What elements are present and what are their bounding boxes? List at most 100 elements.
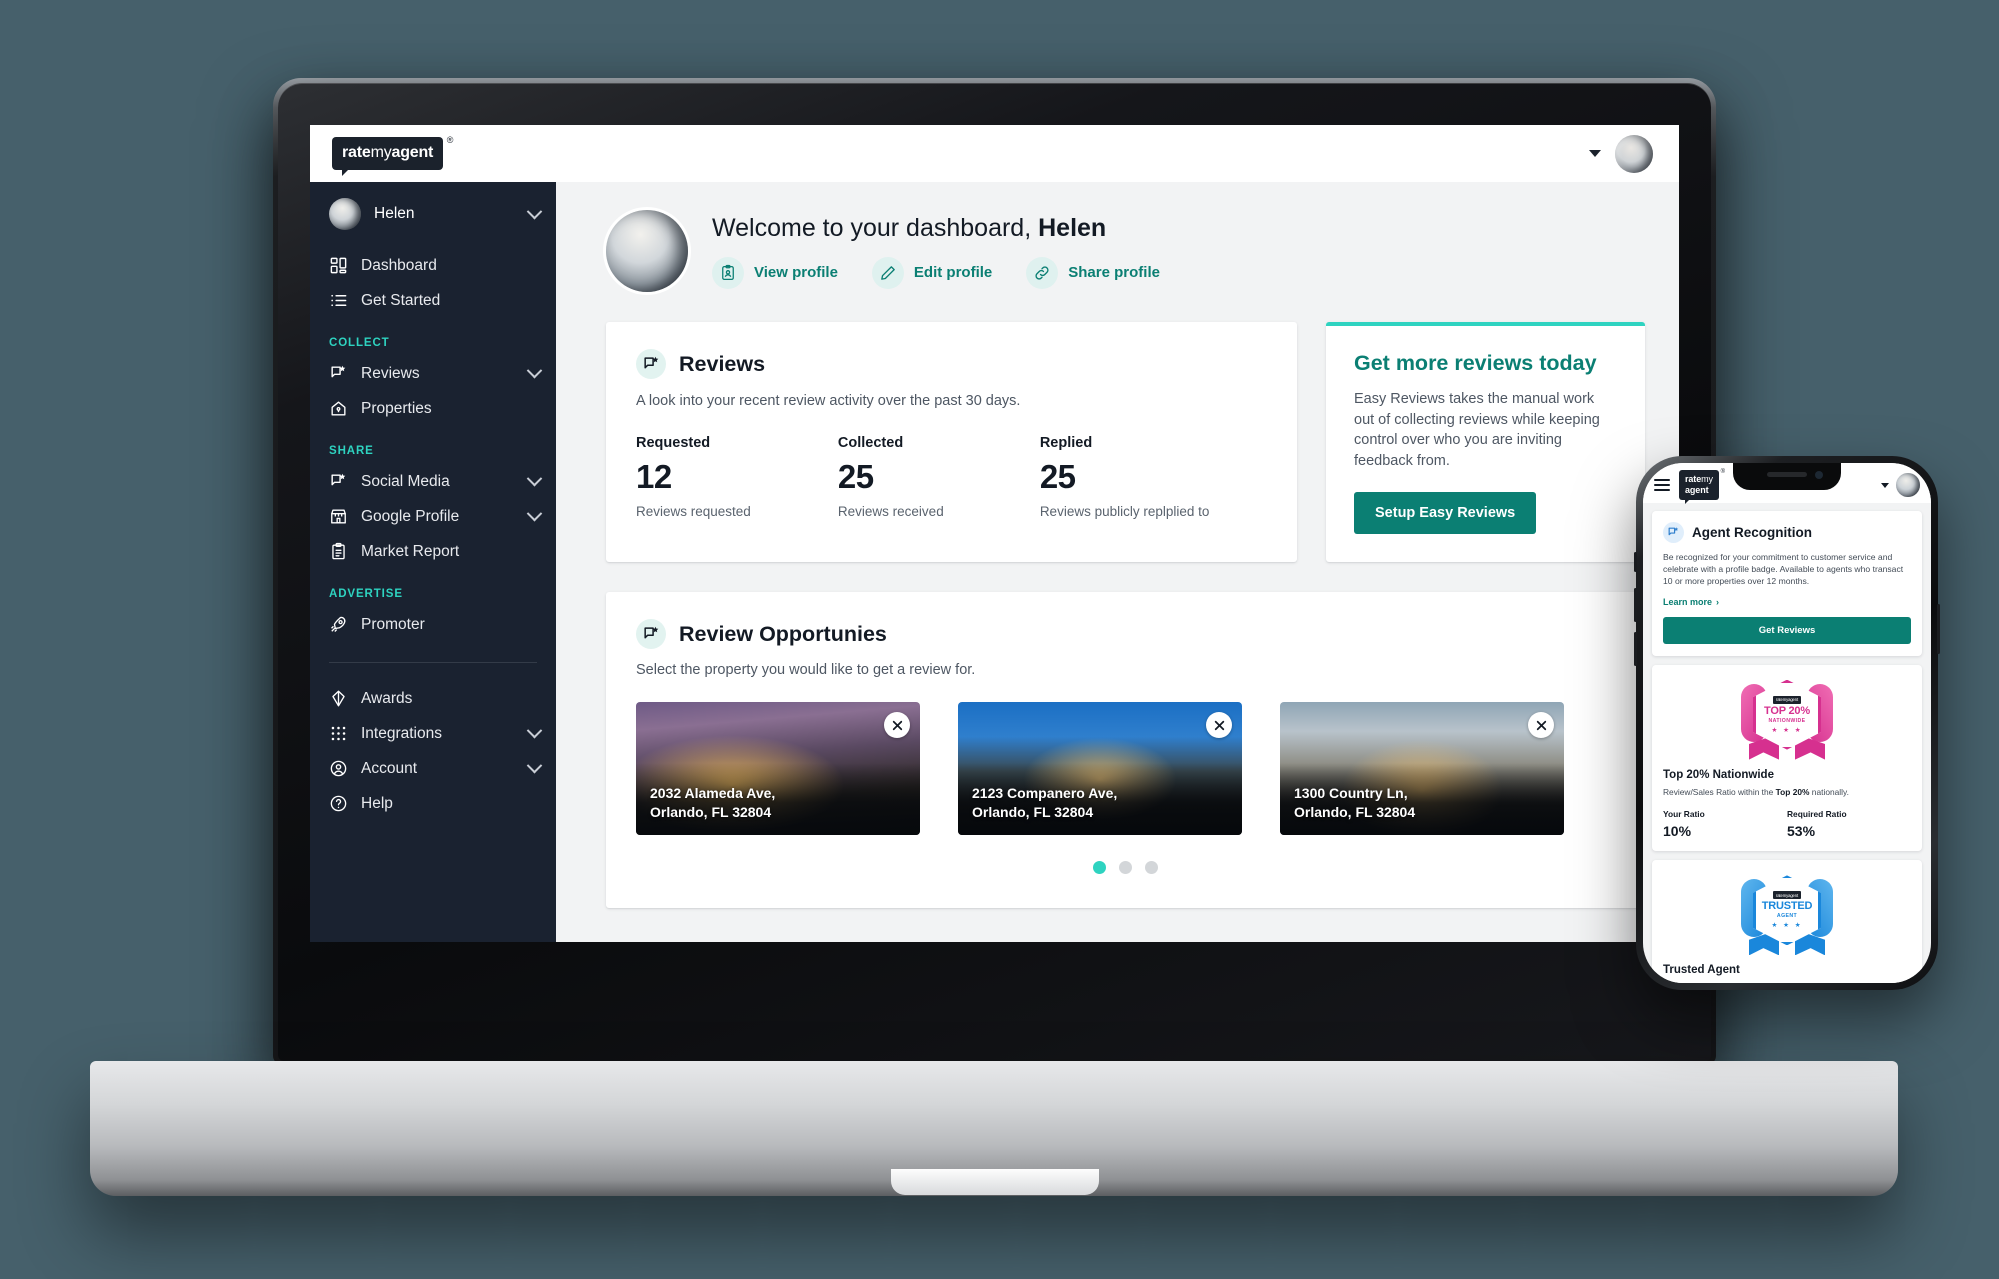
chevron-down-icon[interactable] <box>526 470 543 487</box>
property-address-line1: 2032 Alameda Ave, <box>650 785 776 802</box>
learn-more-label: Learn more <box>1663 596 1713 607</box>
property-card[interactable]: 2032 Alameda Ave, Orlando, FL 32804 <box>636 702 920 836</box>
logo-text-my: my <box>370 144 392 161</box>
carousel-dot-2[interactable] <box>1119 861 1132 875</box>
badge-line2: AGENT <box>1776 913 1798 920</box>
sidebar-item-promoter[interactable]: Promoter <box>310 607 556 642</box>
opportunities-title: Review Opportunies <box>679 621 887 646</box>
chevron-down-icon[interactable] <box>1589 150 1601 157</box>
sidebar-item-dashboard[interactable]: Dashboard <box>310 248 556 283</box>
reviews-card-title: Reviews <box>679 351 766 376</box>
close-icon[interactable] <box>1528 712 1554 739</box>
stat-value: 12 <box>636 458 672 495</box>
sidebar-item-label: Properties <box>361 399 432 417</box>
property-address: 2123 Companero Ave, Orlando, FL 32804 <box>972 784 1117 822</box>
learn-more-link[interactable]: Learn more › <box>1663 597 1911 607</box>
phone-mute-switch <box>1634 552 1637 572</box>
property-carousel: 2032 Alameda Ave, Orlando, FL 32804 2123… <box>636 702 1645 836</box>
close-icon[interactable] <box>1206 712 1232 739</box>
id-badge-icon <box>712 256 744 289</box>
ratemyagent-logo[interactable]: ratemyagent ® <box>1679 469 1725 504</box>
top20-text-before: Review/Sales Ratio within the <box>1663 786 1776 797</box>
ratemyagent-logo[interactable]: ratemyagent ® <box>332 135 453 176</box>
stat-caption: Reviews received <box>837 504 944 519</box>
close-icon[interactable] <box>884 712 910 739</box>
sidebar-item-get-started[interactable]: Get Started <box>310 283 556 318</box>
phone-camera <box>1815 471 1823 479</box>
your-ratio: Your Ratio 10% <box>1663 809 1787 839</box>
logo-text-rate: rate <box>342 144 371 161</box>
chevron-right-icon: › <box>1716 596 1720 607</box>
hamburger-icon[interactable] <box>1654 479 1670 491</box>
sidebar-section-collect: COLLECT <box>329 337 390 349</box>
avatar[interactable] <box>1615 134 1653 173</box>
sidebar-item-label: Account <box>361 759 418 777</box>
storefront-icon <box>329 507 348 526</box>
pencil-icon <box>871 256 904 289</box>
logo-text-agent: agent <box>1685 484 1709 495</box>
reviews-card: Reviews A look into your recent review a… <box>606 322 1297 563</box>
property-address-line2: Orlando, FL 32804 <box>1294 804 1416 821</box>
stat-label: Requested <box>636 435 711 451</box>
chevron-down-icon[interactable] <box>526 362 543 379</box>
carousel-dot-1[interactable] <box>1093 861 1106 875</box>
stat-caption: Reviews requested <box>636 504 751 519</box>
badge-logo-chip: ratemyagent <box>1772 695 1802 704</box>
get-reviews-button[interactable]: Get Reviews <box>1663 616 1911 644</box>
property-card[interactable]: 1300 Country Ln, Orlando, FL 32804 <box>1280 702 1564 836</box>
phone-power-button <box>1937 604 1940 654</box>
chevron-down-icon[interactable] <box>526 757 543 774</box>
sidebar-item-label: Help <box>361 794 393 812</box>
review-flag-icon <box>329 364 348 383</box>
chevron-down-icon[interactable] <box>526 505 543 522</box>
laptop-base-notch <box>890 1169 1099 1195</box>
sidebar-item-reviews[interactable]: Reviews <box>310 356 556 391</box>
profile-actions: View profile Edit profile Share profile <box>712 256 1160 289</box>
sidebar-item-help[interactable]: Help <box>310 786 556 821</box>
sidebar-item-account[interactable]: Account <box>310 751 556 786</box>
property-address: 2032 Alameda Ave, Orlando, FL 32804 <box>650 784 775 822</box>
sidebar-item-properties[interactable]: Properties <box>310 391 556 426</box>
badge-stars: ★ ★ ★ <box>1771 726 1803 734</box>
reviews-card-header: Reviews <box>636 349 1267 379</box>
registered-mark: ® <box>1720 469 1725 476</box>
sidebar-section-share: SHARE <box>329 445 374 457</box>
sidebar-item-awards[interactable]: Awards <box>310 681 556 716</box>
setup-easy-reviews-button[interactable]: Setup Easy Reviews <box>1354 492 1537 535</box>
stat-collected: Collected 25 Reviews received <box>838 435 1040 519</box>
sidebar-item-google-profile[interactable]: Google Profile <box>310 499 556 534</box>
sidebar-section-advertise: ADVERTISE <box>329 588 403 600</box>
logo-text-my: my <box>1701 474 1713 485</box>
stat-replied: Replied 25 Reviews publicly replplied to <box>1040 435 1242 519</box>
avatar[interactable] <box>1896 473 1920 497</box>
sidebar-item-social-media[interactable]: Social Media <box>310 464 556 499</box>
view-profile-button[interactable]: View profile <box>712 256 838 289</box>
phone-screen: ratemy agent ® Agent Recognition Be recogn… <box>1643 463 1931 983</box>
chevron-down-icon[interactable] <box>1881 482 1889 488</box>
property-card[interactable]: 2123 Companero Ave, Orlando, FL 32804 <box>958 702 1242 836</box>
user-circle-icon <box>329 759 348 778</box>
trusted-text-after: of your reviews. <box>1774 982 1835 983</box>
avatar <box>606 210 688 292</box>
your-ratio-label: Your Ratio <box>1663 809 1705 820</box>
trusted-badge-wrap: ratemyagent TRUSTED AGENT ★ ★ ★ <box>1663 873 1911 956</box>
promo-card: Get more reviews today Easy Reviews take… <box>1326 322 1645 563</box>
share-profile-button[interactable]: Share profile <box>1026 256 1160 289</box>
rocket-icon <box>329 615 348 634</box>
badge-line1: TOP 20% <box>1764 704 1810 717</box>
sidebar-item-integrations[interactable]: Integrations <box>310 716 556 751</box>
sidebar-item-label: Google Profile <box>361 507 460 525</box>
promo-card-title: Get more reviews today <box>1354 351 1597 375</box>
top20-text-after: nationally. <box>1809 786 1849 797</box>
chevron-down-icon[interactable] <box>526 203 543 220</box>
sidebar-user[interactable]: Helen <box>310 182 556 248</box>
top20-nationwide-card: ratemyagent TOP 20% NATIONWIDE ★ ★ ★ Top… <box>1652 664 1922 852</box>
edit-profile-button[interactable]: Edit profile <box>871 256 992 289</box>
agent-recognition-text: Be recognized for your commitment to cus… <box>1663 552 1904 587</box>
chevron-down-icon[interactable] <box>526 722 543 739</box>
required-ratio-value: 53% <box>1787 823 1816 840</box>
sidebar-item-label: Market Report <box>361 542 460 560</box>
top20-title: Top 20% Nationwide <box>1663 768 1774 781</box>
carousel-dot-3[interactable] <box>1145 861 1158 875</box>
sidebar-item-market-report[interactable]: Market Report <box>310 534 556 569</box>
